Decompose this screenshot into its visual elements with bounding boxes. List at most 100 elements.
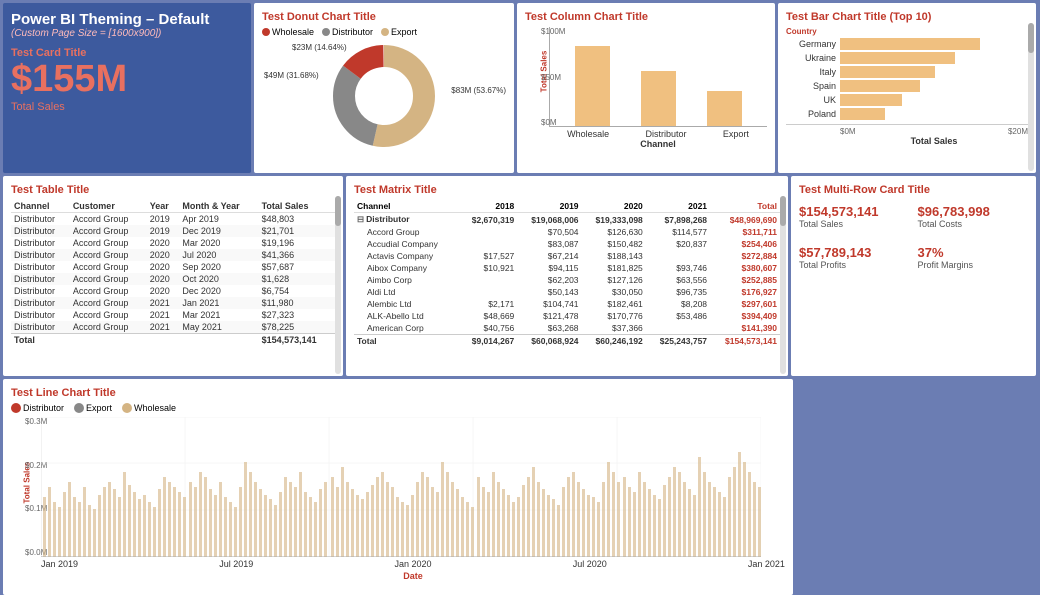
total-costs-label: Total Costs xyxy=(918,219,1029,229)
scrollbar[interactable] xyxy=(1028,23,1034,171)
matrix-title: Test Matrix Title xyxy=(354,184,780,196)
x-label-20: $20M xyxy=(1008,127,1028,136)
matrix-row: Accord Group$70,504$126,630$114,577$311,… xyxy=(354,226,780,238)
matrix-scrollbar-thumb[interactable] xyxy=(780,196,786,226)
wholesale-label: Wholesale xyxy=(272,27,314,37)
line-label-distributor: Distributor xyxy=(23,403,64,413)
matrix-row: Aibox Company$10,921$94,115$181,825$93,7… xyxy=(354,262,780,274)
export-dot xyxy=(381,28,389,36)
y-label-0: $0M xyxy=(541,118,565,127)
line-chart-svg xyxy=(41,417,761,557)
donut-container: $49M (31.68%) $83M (53.67%) $23M (14.64%… xyxy=(262,41,506,151)
bar-fill-uk xyxy=(840,94,902,106)
matrix-scroll-area[interactable]: Channel 2018 2019 2020 2021 Total ⊟Distr… xyxy=(354,200,780,347)
sub-title: (Custom Page Size = [1600x900]) xyxy=(11,28,243,39)
matrix-col-total: Total xyxy=(710,200,780,213)
line-chart-x-labels: Jan 2019 Jul 2019 Jan 2020 Jul 2020 Jan … xyxy=(41,557,785,569)
matrix-scrollbar[interactable] xyxy=(780,196,786,374)
col-label-wholesale: Wholesale xyxy=(567,129,609,139)
multirow-item-sales: $154,573,141 Total Sales xyxy=(799,204,910,229)
multirow-grid: $154,573,141 Total Sales $96,783,998 Tot… xyxy=(799,204,1028,270)
bar-uk: UK xyxy=(786,94,1028,106)
bar-label-spain: Spain xyxy=(786,81,836,91)
matrix-row: Alembic Ltd$2,171$104,741$182,461$8,208$… xyxy=(354,298,780,310)
bar-ukraine: Ukraine xyxy=(786,52,1028,64)
bar-fill-poland xyxy=(840,108,885,120)
bar-spain: Spain xyxy=(786,80,1028,92)
table-row: DistributorAccord Group2021Jan 2021$11,9… xyxy=(11,297,335,309)
matrix-row: Aldi Ltd$50,143$30,050$96,735$176,927 xyxy=(354,286,780,298)
table-row: DistributorAccord Group2019Apr 2019$48,8… xyxy=(11,213,335,226)
matrix-row: ALK-Abello Ltd$48,669$121,478$170,776$53… xyxy=(354,310,780,322)
matrix-col-channel: Channel xyxy=(354,200,459,213)
table-scroll-area[interactable]: Channel Customer Year Month & Year Total… xyxy=(11,200,335,346)
title-card: Power BI Theming – Default (Custom Page … xyxy=(3,3,251,173)
bar-label-uk: UK xyxy=(786,95,836,105)
table-row: DistributorAccord Group2020Mar 2020$19,1… xyxy=(11,237,335,249)
donut-label-top: $23M (14.64%) xyxy=(292,43,347,52)
total-profits-value: $57,789,143 xyxy=(799,245,910,260)
col-month: Month & Year xyxy=(179,200,258,213)
bar-label-italy: Italy xyxy=(786,67,836,77)
table-scrollbar[interactable] xyxy=(335,196,341,374)
matrix-row: Accudial Company$83,087$150,482$20,837$2… xyxy=(354,238,780,250)
bar-chart-x-axis-label: Total Sales xyxy=(786,136,1028,146)
total-label: Total xyxy=(11,334,259,347)
line-chart-svg-area xyxy=(41,417,785,557)
donut-svg xyxy=(324,36,444,156)
table-row: DistributorAccord Group2020Sep 2020$57,6… xyxy=(11,261,335,273)
line-chart-legend: Distributor Export Wholesale xyxy=(11,403,785,413)
donut-label-right: $83M (53.67%) xyxy=(451,86,506,95)
matrix-col-2018: 2018 xyxy=(459,200,518,213)
line-chart-card: Test Line Chart Title Distributor Export… xyxy=(3,379,793,595)
metric-value: $155M xyxy=(11,59,243,101)
bar-chart-y-axis-label: Country xyxy=(786,27,1028,36)
table-row: DistributorAccord Group2020Jul 2020$41,3… xyxy=(11,249,335,261)
matrix-total-2019: $60,068,924 xyxy=(517,335,581,348)
line-chart-x-axis-label: Date xyxy=(41,571,785,581)
col-bar-export xyxy=(707,91,742,126)
multirow-item-costs: $96,783,998 Total Costs xyxy=(918,204,1029,229)
scrollbar-thumb[interactable] xyxy=(1028,23,1034,53)
matrix-row: Actavis Company$17,527$67,214$188,143$27… xyxy=(354,250,780,262)
col-year: Year xyxy=(147,200,180,213)
table-title: Test Table Title xyxy=(11,184,335,196)
total-value: $154,573,141 xyxy=(259,334,335,347)
table-row: DistributorAccord Group2021Mar 2021$27,3… xyxy=(11,309,335,321)
multirow-title: Test Multi-Row Card Title xyxy=(799,184,1028,196)
table-scrollbar-thumb[interactable] xyxy=(335,196,341,226)
total-profits-label: Total Profits xyxy=(799,260,910,270)
bar-label-ukraine: Ukraine xyxy=(786,53,836,63)
line-legend-wholesale: Wholesale xyxy=(122,403,176,413)
line-label-export: Export xyxy=(86,403,112,413)
matrix-total-2020: $60,246,192 xyxy=(582,335,646,348)
bar-italy: Italy xyxy=(786,66,1028,78)
column-chart-wrapper: Total Sales $100M $50M $0M Wholesale Dis… xyxy=(525,27,767,149)
total-sales-label: Total Sales xyxy=(799,219,910,229)
bar-fill-spain xyxy=(840,80,920,92)
column-chart-labels: Wholesale Distributor Export xyxy=(549,127,767,139)
table-total-row: Total $154,573,141 xyxy=(11,334,335,347)
bar-chart-bars: Germany Ukraine Italy Spain UK xyxy=(786,38,1028,120)
table-card: Test Table Title Channel Customer Year M… xyxy=(3,176,343,376)
table-row: DistributorAccord Group2019Dec 2019$21,7… xyxy=(11,225,335,237)
line-label-wholesale: Wholesale xyxy=(134,403,176,413)
donut-label-left: $49M (31.68%) xyxy=(264,71,319,80)
bar-chart-title: Test Bar Chart Title (Top 10) xyxy=(786,11,1028,23)
wholesale-dot xyxy=(262,28,270,36)
matrix-col-2020: 2020 xyxy=(582,200,646,213)
line-dot-export xyxy=(74,403,84,413)
table-row: DistributorAccord Group2020Dec 2020$6,75… xyxy=(11,285,335,297)
x-label-jan2019: Jan 2019 xyxy=(41,559,78,569)
multirow-card: Test Multi-Row Card Title $154,573,141 T… xyxy=(791,176,1036,376)
bar-germany: Germany xyxy=(786,38,1028,50)
bar-label-poland: Poland xyxy=(786,109,836,119)
bar-label-germany: Germany xyxy=(786,39,836,49)
matrix-col-2019: 2019 xyxy=(517,200,581,213)
donut-chart-card: Test Donut Chart Title Wholesale Distrib… xyxy=(254,3,514,173)
bar-poland: Poland xyxy=(786,108,1028,120)
data-table: Channel Customer Year Month & Year Total… xyxy=(11,200,335,346)
col-bar-distributor xyxy=(641,71,676,126)
total-sales-value: $154,573,141 xyxy=(799,204,910,219)
x-label-0: $0M xyxy=(840,127,856,136)
